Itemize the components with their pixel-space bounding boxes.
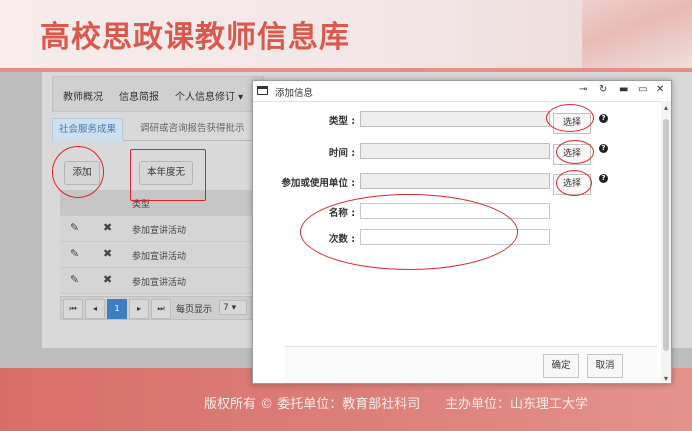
type-help-icon[interactable]: ? — [599, 114, 608, 123]
records-table: 类型 ✎ ✖ 参加宣讲活动 ✎ ✖ 参加宣讲活动 ✎ ✖ 参加宣讲活动 — [60, 190, 252, 294]
window-icon — [257, 86, 268, 95]
first-page-button[interactable]: ⏮ — [63, 299, 83, 319]
name-input[interactable] — [360, 203, 550, 219]
table-row: ✎ ✖ 参加宣讲活动 — [60, 268, 252, 294]
footer-text: 版权所有 © 委托单位：教育部社科司 主办单位：山东理工大学 — [204, 397, 589, 412]
no-this-year-button[interactable]: 本年度无 — [139, 161, 193, 185]
edit-icon[interactable]: ✎ — [70, 247, 79, 260]
maximize-icon[interactable]: ▭ — [638, 84, 647, 95]
name-label: 名称 : — [328, 208, 355, 219]
confirm-button[interactable]: 确定 — [543, 354, 579, 378]
minimize-icon[interactable]: ▬ — [619, 84, 628, 95]
add-button[interactable]: 添加 — [64, 161, 100, 185]
flag-decoration — [582, 0, 692, 72]
count-input[interactable] — [360, 229, 550, 245]
type-select-button[interactable]: 选择 — [553, 113, 591, 134]
per-page-label: 每页显示 — [176, 305, 213, 315]
delete-icon[interactable]: ✖ — [103, 273, 112, 286]
scroll-up-icon[interactable]: ▴ — [661, 103, 671, 112]
add-info-dialog: 添加信息 ⊸ ↻ ▬ ▭ ✕ 类型 : 选择 ? 时间 : 选择 ? 参加或使用… — [252, 80, 672, 384]
page-number[interactable]: 1 — [107, 299, 127, 319]
per-page-value: 7 — [223, 303, 229, 313]
cancel-button[interactable]: 取消 — [587, 354, 623, 378]
pin-icon[interactable]: ⊸ — [579, 84, 587, 95]
type-field[interactable] — [360, 111, 550, 127]
count-label: 次数 : — [328, 234, 355, 245]
scroll-thumb[interactable] — [663, 119, 669, 351]
dialog-scrollbar[interactable]: ▴ ▾ — [661, 101, 671, 383]
prev-page-button[interactable]: ◂ — [85, 299, 105, 319]
close-icon[interactable]: ✕ — [656, 84, 664, 95]
top-nav: 教师概况 信息简报 个人信息修订 ▾ — [52, 76, 264, 112]
nav-personal-info[interactable]: 个人信息修订 ▾ — [175, 88, 243, 103]
unit-field[interactable] — [360, 173, 550, 189]
dialog-title: 添加信息 — [275, 88, 314, 99]
delete-icon[interactable]: ✖ — [103, 247, 112, 260]
column-header-type: 类型 — [132, 200, 151, 210]
tab-social-service[interactable]: 社会服务成果 — [52, 118, 124, 141]
last-page-button[interactable]: ⏭ — [151, 299, 171, 319]
per-page-select[interactable]: 7 ▾ — [219, 300, 247, 315]
unit-select-button[interactable]: 选择 — [553, 174, 591, 195]
tab-bar: 社会服务成果 调研或咨询报告获得批示 — [52, 118, 257, 141]
nav-briefing[interactable]: 信息简报 — [119, 88, 159, 103]
unit-help-icon[interactable]: ? — [599, 174, 608, 183]
refresh-icon[interactable]: ↻ — [599, 84, 607, 95]
delete-icon[interactable]: ✖ — [103, 221, 112, 234]
next-page-button[interactable]: ▸ — [129, 299, 149, 319]
site-title: 高校思政课教师信息库 — [40, 20, 350, 55]
time-select-button[interactable]: 选择 — [553, 144, 591, 165]
type-label: 类型 : — [328, 116, 355, 127]
time-label: 时间 : — [328, 148, 355, 159]
pagination: ⏮ ◂ 1 ▸ ⏭ 每页显示 7 ▾ — [60, 296, 252, 320]
dialog-titlebar: 添加信息 ⊸ ↻ ▬ ▭ ✕ — [253, 81, 671, 102]
row-type: 参加宣讲活动 — [132, 226, 187, 236]
row-type: 参加宣讲活动 — [132, 278, 187, 288]
dialog-footer: 确定 取消 — [285, 346, 657, 383]
table-header-row: 类型 — [60, 190, 252, 216]
site-header: 高校思政课教师信息库 — [0, 0, 692, 72]
table-row: ✎ ✖ 参加宣讲活动 — [60, 216, 252, 242]
time-field[interactable] — [360, 143, 550, 159]
edit-icon[interactable]: ✎ — [70, 273, 79, 286]
row-type: 参加宣讲活动 — [132, 252, 187, 262]
time-help-icon[interactable]: ? — [599, 144, 608, 153]
unit-label: 参加或使用单位 : — [281, 178, 355, 189]
edit-icon[interactable]: ✎ — [70, 221, 79, 234]
table-row: ✎ ✖ 参加宣讲活动 — [60, 242, 252, 268]
tab-research-report[interactable]: 调研或咨询报告获得批示 — [134, 118, 251, 140]
nav-teacher-overview[interactable]: 教师概况 — [63, 88, 103, 103]
scroll-down-icon[interactable]: ▾ — [661, 374, 671, 383]
